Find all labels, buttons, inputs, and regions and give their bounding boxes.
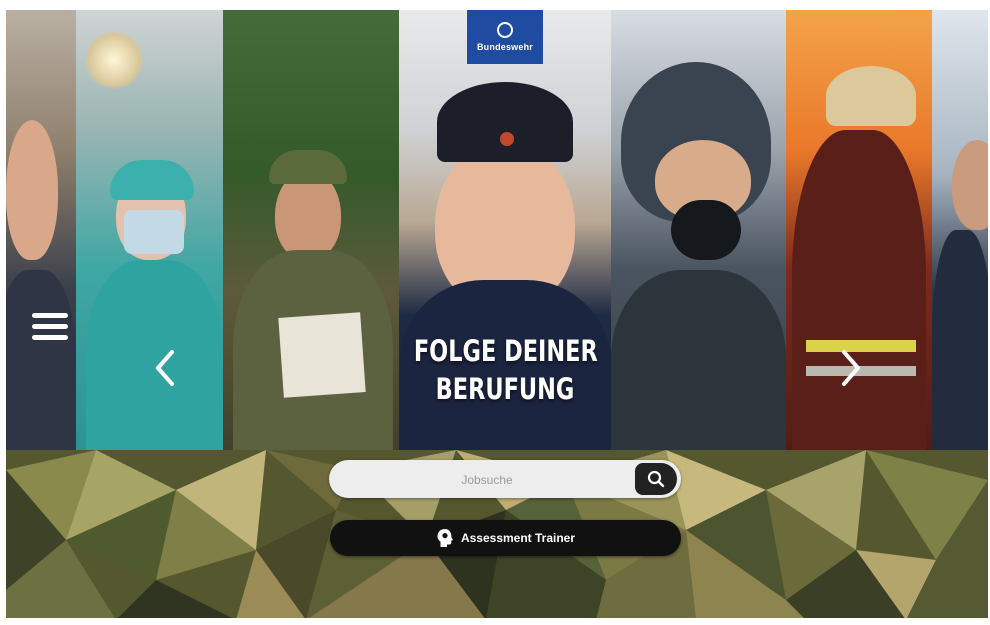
photo-strip-officer	[6, 10, 76, 480]
assessment-trainer-button[interactable]: Assessment Trainer	[330, 520, 681, 556]
headline-line-2: BERUFUNG	[435, 372, 575, 406]
job-search-bar	[329, 460, 681, 500]
hero-headline: FOLGE DEINER BERUFUNG	[413, 332, 598, 408]
photo-strip-soldier	[223, 10, 399, 480]
photo-strip-surgeon	[76, 10, 223, 480]
chevron-right-icon[interactable]	[838, 348, 864, 388]
job-search-input[interactable]	[345, 460, 629, 500]
hamburger-menu-icon[interactable]	[32, 310, 68, 342]
headline-line-1: FOLGE DEINER	[413, 334, 598, 368]
search-button[interactable]	[635, 463, 677, 495]
search-icon	[647, 470, 665, 488]
chevron-left-icon[interactable]	[152, 348, 178, 388]
photo-strip-pilot	[611, 10, 786, 480]
eagle-emblem-icon	[497, 22, 513, 38]
logo-text: Bundeswehr	[476, 42, 533, 52]
assessment-trainer-label: Assessment Trainer	[460, 531, 576, 545]
photo-strip-navy	[932, 10, 988, 480]
photo-strip-soldier-cap	[399, 10, 611, 480]
bundeswehr-logo[interactable]: Bundeswehr	[467, 10, 543, 64]
app-screen: Bundeswehr FOLGE DEINER BERUFUNG Assessm…	[6, 10, 988, 618]
head-profile-icon	[437, 529, 453, 547]
photo-strip-firefighter	[786, 10, 932, 480]
